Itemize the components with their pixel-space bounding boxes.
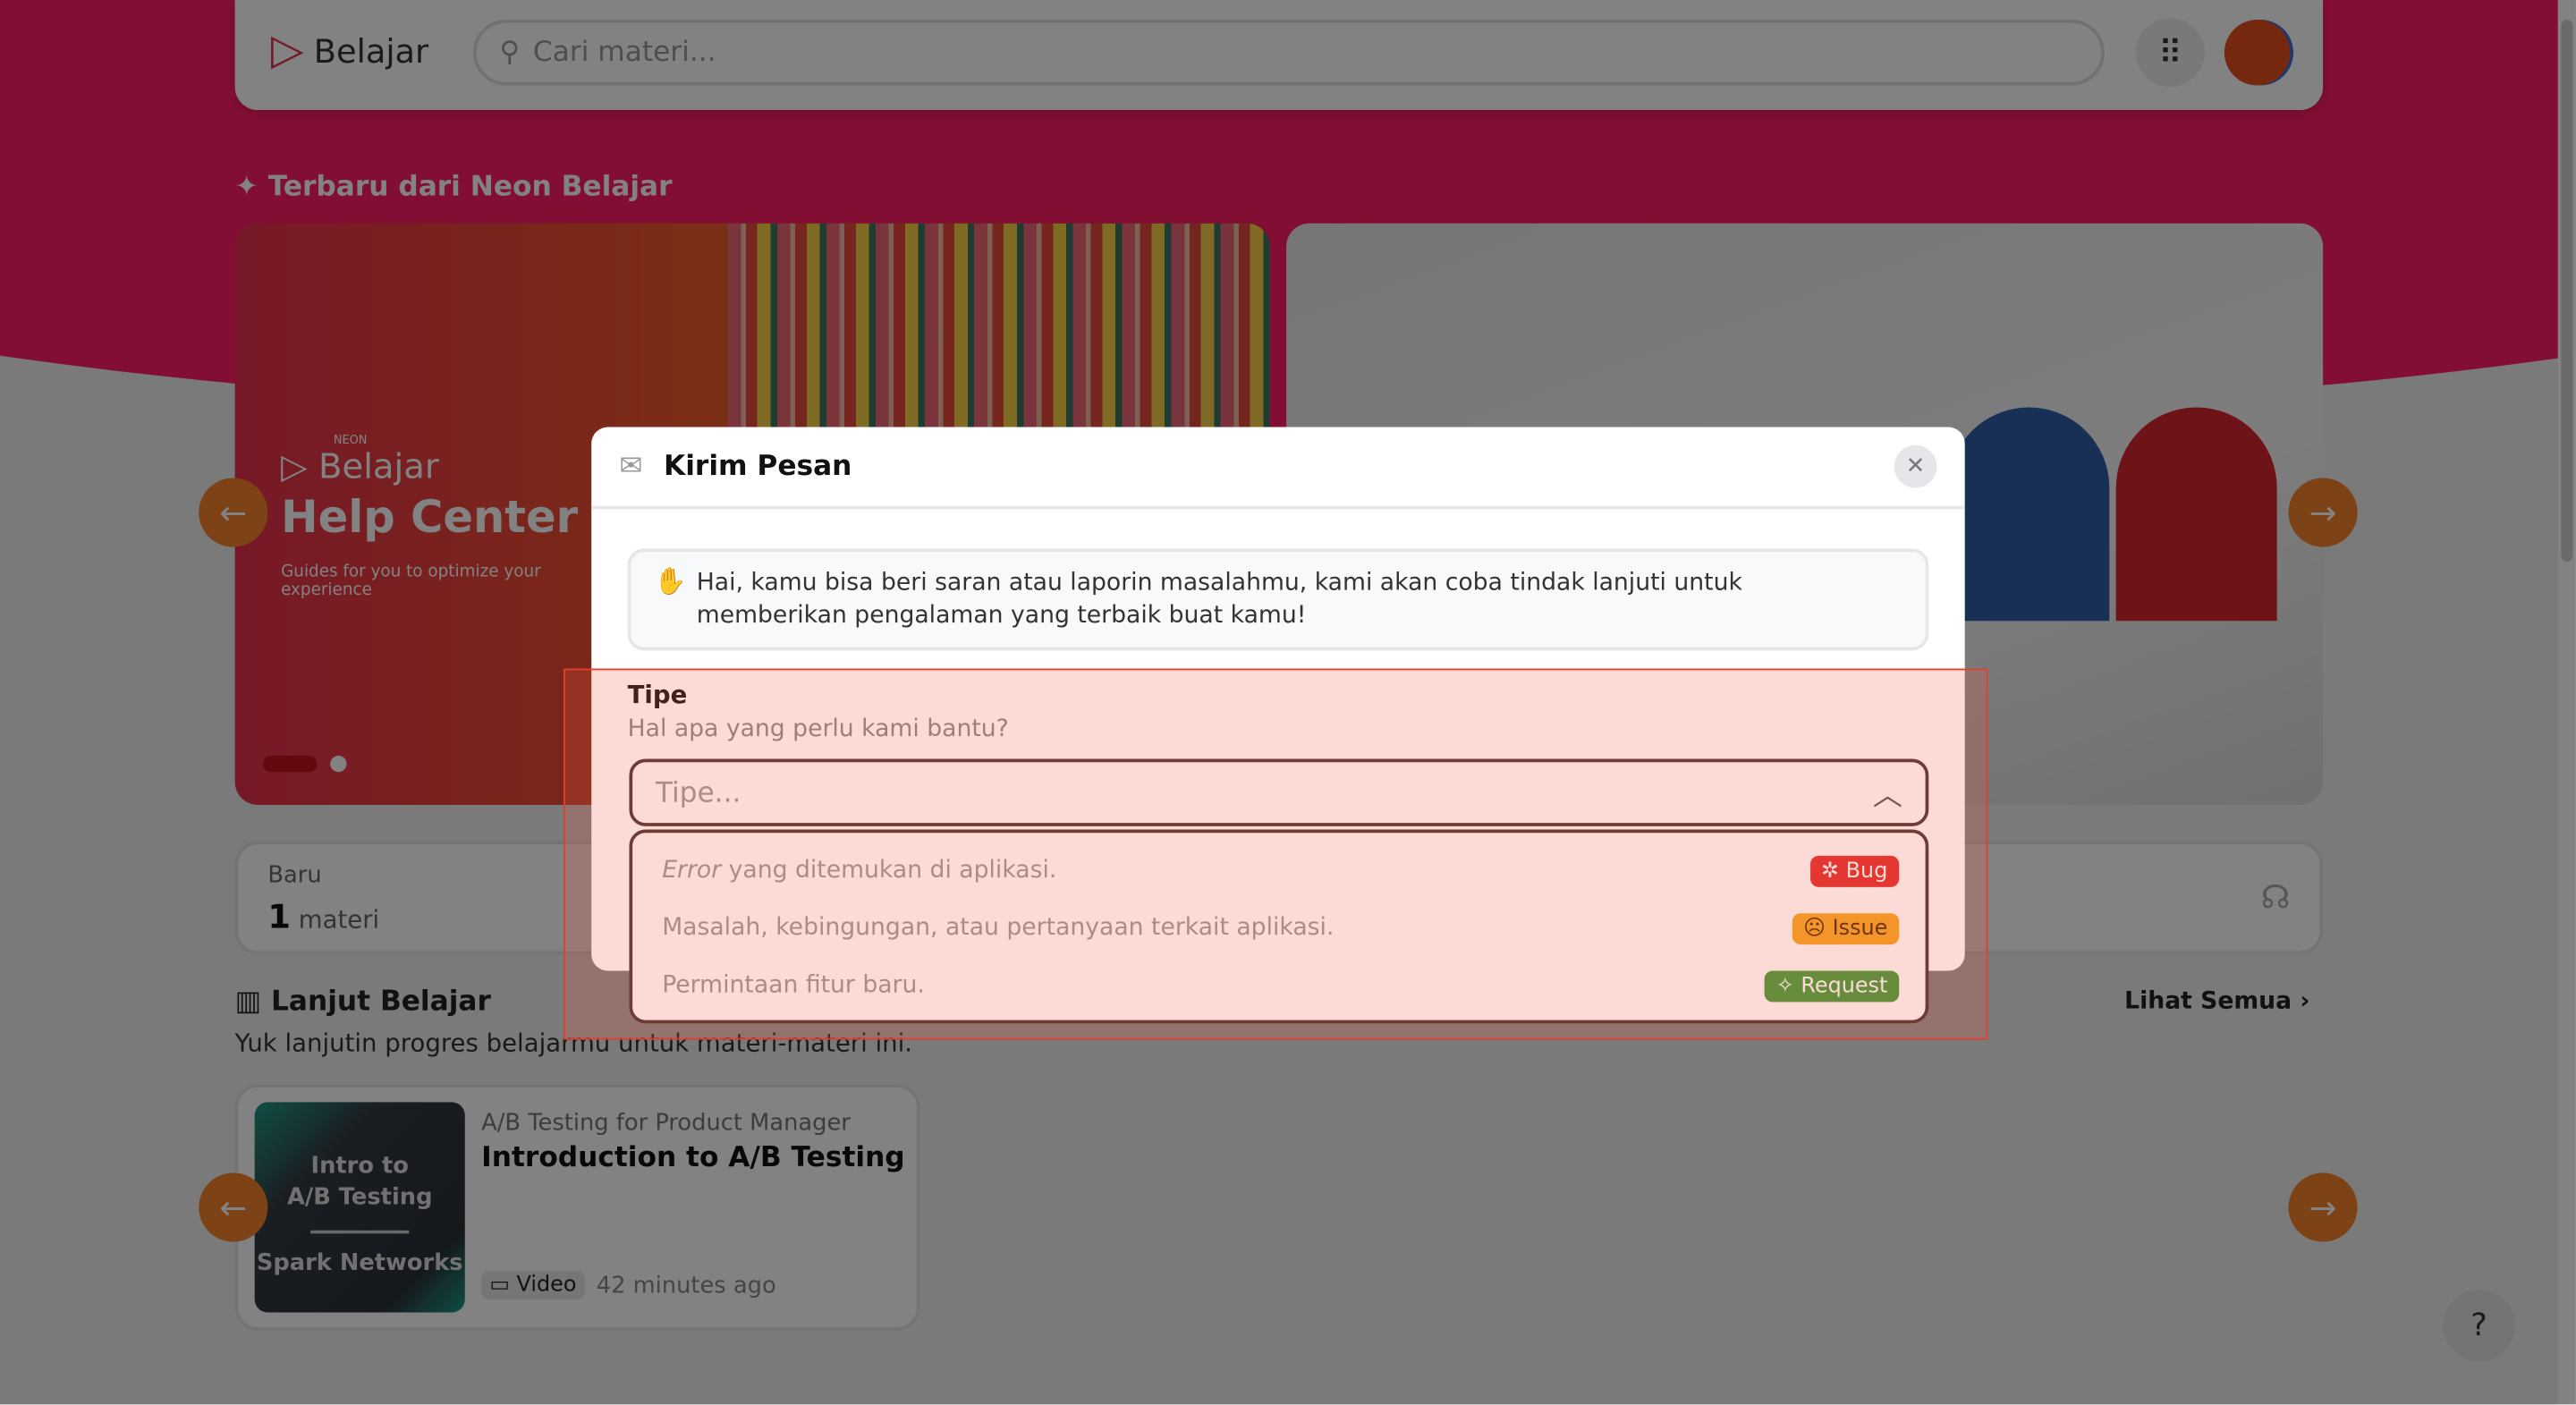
info-text: Hai, kamu bisa beri saran atau laporin m… [696, 570, 1742, 630]
wave-hand-icon: ✋ [654, 564, 687, 597]
close-button[interactable]: ✕ [1894, 444, 1937, 488]
highlight-box [563, 668, 1988, 1040]
info-box: ✋ Hai, kamu bisa beri saran atau laporin… [627, 548, 1929, 651]
modal-header: ✉ Kirim Pesan ✕ [591, 427, 1965, 510]
modal-title: Kirim Pesan [664, 450, 852, 483]
close-icon: ✕ [1905, 453, 1926, 480]
envelope-icon: ✉ [619, 450, 643, 483]
page: ▷ Belajar ⚲ Cari materi... ⠿ ✦ Terbaru d… [0, 0, 2576, 1405]
